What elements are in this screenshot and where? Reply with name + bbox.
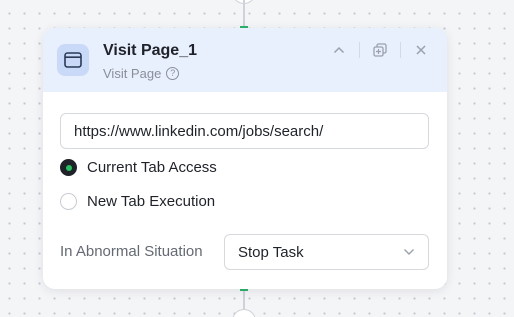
node-type-label: Visit Page bbox=[103, 66, 162, 81]
select-value: Stop Task bbox=[238, 243, 304, 261]
abnormal-situation-label: In Abnormal Situation bbox=[60, 243, 203, 260]
header-divider bbox=[359, 42, 360, 58]
radio-new-tab-execution[interactable]: New Tab Execution bbox=[60, 193, 215, 210]
radio-current-tab-access[interactable]: Current Tab Access bbox=[60, 159, 217, 176]
radio-button-checked[interactable] bbox=[60, 159, 77, 176]
header-divider bbox=[400, 42, 401, 58]
header-actions bbox=[329, 40, 431, 60]
radio-label: Current Tab Access bbox=[87, 159, 217, 176]
chevron-down-icon bbox=[404, 249, 414, 255]
top-connector-line bbox=[243, 0, 245, 28]
abnormal-action-select[interactable]: Stop Task bbox=[224, 234, 429, 270]
browser-window-icon bbox=[57, 44, 89, 76]
collapse-chevron-up-icon[interactable] bbox=[329, 40, 349, 60]
visit-page-node-card[interactable]: Visit Page_1 Visit Page ? https://www.li… bbox=[43, 28, 447, 289]
url-input[interactable] bbox=[60, 113, 429, 149]
node-title: Visit Page_1 bbox=[103, 42, 197, 59]
radio-label: New Tab Execution bbox=[87, 193, 216, 210]
copy-icon[interactable] bbox=[370, 40, 390, 60]
node-header[interactable]: Visit Page_1 Visit Page ? bbox=[43, 28, 447, 92]
bottom-connector-indicator bbox=[240, 289, 248, 291]
node-body: Current Tab Access New Tab Execution In … bbox=[43, 92, 447, 289]
close-icon[interactable] bbox=[411, 40, 431, 60]
bottom-connector-port[interactable] bbox=[232, 309, 256, 317]
radio-button-unchecked[interactable] bbox=[60, 193, 77, 210]
node-subtitle: Visit Page ? bbox=[103, 66, 180, 81]
help-icon[interactable]: ? bbox=[166, 67, 180, 80]
